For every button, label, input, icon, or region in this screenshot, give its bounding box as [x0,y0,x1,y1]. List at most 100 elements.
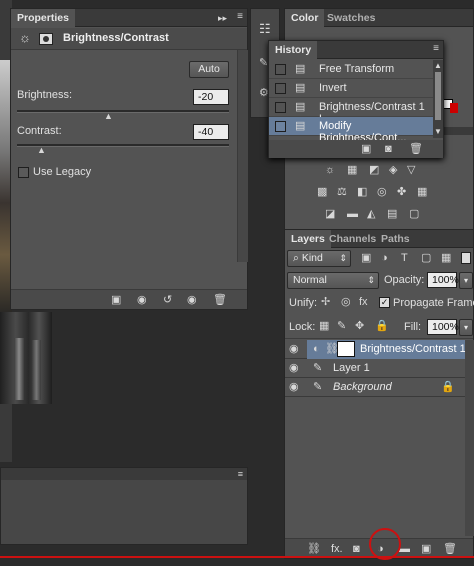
lookup-adj-icon[interactable]: ▦ [417,186,427,198]
contrast-label: Contrast: [17,125,62,137]
snapshot-camera-icon[interactable]: ◙ [385,143,392,155]
propagate-label: Propagate Frame 1 [393,297,474,309]
contrast-field[interactable]: -40 [193,124,229,140]
kind-filter-dropdown[interactable]: ⌕ Kind ⇕ [287,250,351,267]
properties-scrollbar[interactable] [237,50,248,262]
tab-history[interactable]: History [269,41,318,59]
tool-icon[interactable]: ✎ [259,57,268,69]
opacity-field[interactable]: 100% [427,272,459,288]
tab-swatches[interactable]: Swatches [321,9,381,27]
opacity-label: Opacity: [384,274,425,286]
trash-icon[interactable]: 🗑 [443,543,457,555]
history-brush-icon[interactable]: ☷ [259,22,271,35]
layers-panel: Layers Channels Paths ⌕ Kind ⇕ ▣ ◑ T ▢ ▦… [284,229,474,559]
lock-icon[interactable]: 🔒 [375,320,389,332]
photo-filter-icon[interactable]: ◎ [377,186,387,198]
unify-visibility-icon[interactable]: ◎ [341,296,351,308]
fill-field[interactable]: 100% [427,319,459,335]
link-layers-icon[interactable]: ⛓ [307,543,321,555]
fill-dropdown-button[interactable]: ▾ [459,319,473,336]
history-menu-icon[interactable]: ≡ [433,43,439,55]
brightness-field[interactable]: -20 [193,89,229,105]
lock-transparent-icon[interactable]: ▦ [319,320,329,332]
threshold-adj-icon[interactable]: ◭ [367,208,375,220]
layer-row[interactable]: ◉ ✎ Background 🔒 [285,378,465,397]
contrast-slider-track[interactable] [17,144,229,147]
balance-adj-icon[interactable]: ⚖ [337,186,347,198]
document-icon: ▤ [295,82,306,94]
propagate-checkbox[interactable]: ✓ [379,297,390,308]
visibility-eye-icon[interactable]: ◉ [289,362,299,374]
mixer-adj-icon[interactable]: ✤ [397,186,406,198]
auto-button[interactable]: Auto [189,61,229,78]
lock-brush-icon[interactable]: ✎ [337,320,346,332]
blend-mode-dropdown[interactable]: Normal ⇕ [287,272,379,289]
layer-row[interactable]: ◉ ✎ Layer 1 [285,359,465,378]
history-item[interactable]: ▤ Brightness/Contrast 1 L... [269,98,433,125]
brightness-slider-track[interactable] [17,110,229,113]
unify-label: Unify: [289,297,318,309]
brush-icon: ✎ [313,362,323,374]
map-adj-icon[interactable]: ▤ [387,208,397,220]
document-icon: ▤ [295,120,306,132]
color-swatch-bg[interactable] [450,103,458,113]
new-layer-icon[interactable]: ▣ [421,543,431,555]
selective-adj-icon[interactable]: ▢ [409,208,419,220]
chevron-down-icon: ⇕ [367,275,375,285]
contrast-slider-thumb[interactable]: ▲ [37,144,46,156]
brightness-slider-thumb[interactable]: ▲ [104,110,113,122]
clip-to-layer-icon[interactable]: ▣ [111,294,121,306]
visibility-eye-icon[interactable]: ◉ [289,343,299,355]
reset-icon[interactable]: ↺ [163,294,172,306]
add-mask-icon[interactable]: ◙ [353,543,360,555]
levels-adj-icon[interactable]: ▦ [347,164,357,176]
use-legacy-checkbox[interactable] [18,167,29,178]
properties-header: ☼ Brightness/Contrast [11,28,247,50]
tab-properties[interactable]: Properties [11,9,75,27]
layers-scrollbar[interactable] [465,340,474,536]
new-document-icon[interactable]: ▣ [361,143,371,155]
collapse-icon[interactable]: ▸▸ [218,12,227,24]
filter-adjustment-icon[interactable]: ◑ [381,252,388,264]
layer-name: Layer 1 [333,362,370,374]
posterize-adj-icon[interactable]: ▬ [347,208,358,220]
history-list: ▤ Free Transform ▤ Invert ▤ Brightness/C… [269,60,433,144]
tab-channels[interactable]: Channels [323,230,382,248]
filter-shape-icon[interactable]: ▢ [421,252,431,264]
tab-color[interactable]: Color [285,9,325,27]
bottom-panel-menu-icon[interactable]: ≡ [238,468,243,480]
filter-toggle[interactable] [461,252,471,264]
trash-icon[interactable]: 🗑 [213,294,227,306]
curves-adj-icon[interactable]: ◩ [369,164,379,176]
hue-adj-icon[interactable]: ▩ [317,186,327,198]
chevron-down-icon: ⇕ [339,253,347,263]
layer-row-selected[interactable]: ◉ ◐ ⛓ Brightness/Contrast 1 [285,340,466,359]
lock-move-icon[interactable]: ✥ [355,320,364,332]
bw-adj-icon[interactable]: ◧ [357,186,367,198]
history-item[interactable]: ▤ Invert [269,79,433,98]
history-scrollbar[interactable]: ▲ ▼ [433,60,443,138]
brush-icon: ✎ [313,381,323,393]
layer-mask-thumbnail [337,341,355,357]
opacity-dropdown-button[interactable]: ▾ [459,272,473,289]
panel-menu-icon[interactable]: ≡ [237,11,243,23]
history-item-selected[interactable]: ▤ Modify Brightness/Cont... [269,117,433,144]
visibility-eye-icon[interactable]: ◉ [187,294,197,306]
canvas-image-bottom[interactable] [0,312,52,404]
filter-smart-icon[interactable]: ▦ [441,252,451,264]
view-previous-icon[interactable]: ◉ [137,294,147,306]
gradient-adj-icon[interactable]: ▽ [407,164,415,176]
exposure-adj-icon[interactable]: ◈ [389,164,397,176]
visibility-eye-icon[interactable]: ◉ [289,381,299,393]
tab-paths[interactable]: Paths [375,230,416,248]
unify-position-icon[interactable]: ✢ [321,296,330,308]
trash-icon[interactable]: 🗑 [409,143,423,155]
layer-mask-icon [39,33,53,45]
history-item[interactable]: ▤ Free Transform [269,60,433,79]
brightness-adj-icon[interactable]: ☼ [325,164,335,176]
filter-type-icon[interactable]: T [401,252,408,264]
layer-style-button[interactable]: fx. [331,543,343,555]
filter-pixel-icon[interactable]: ▣ [361,252,371,264]
unify-style-icon[interactable]: fx [359,296,368,308]
invert-adj-icon[interactable]: ◪ [325,208,335,220]
